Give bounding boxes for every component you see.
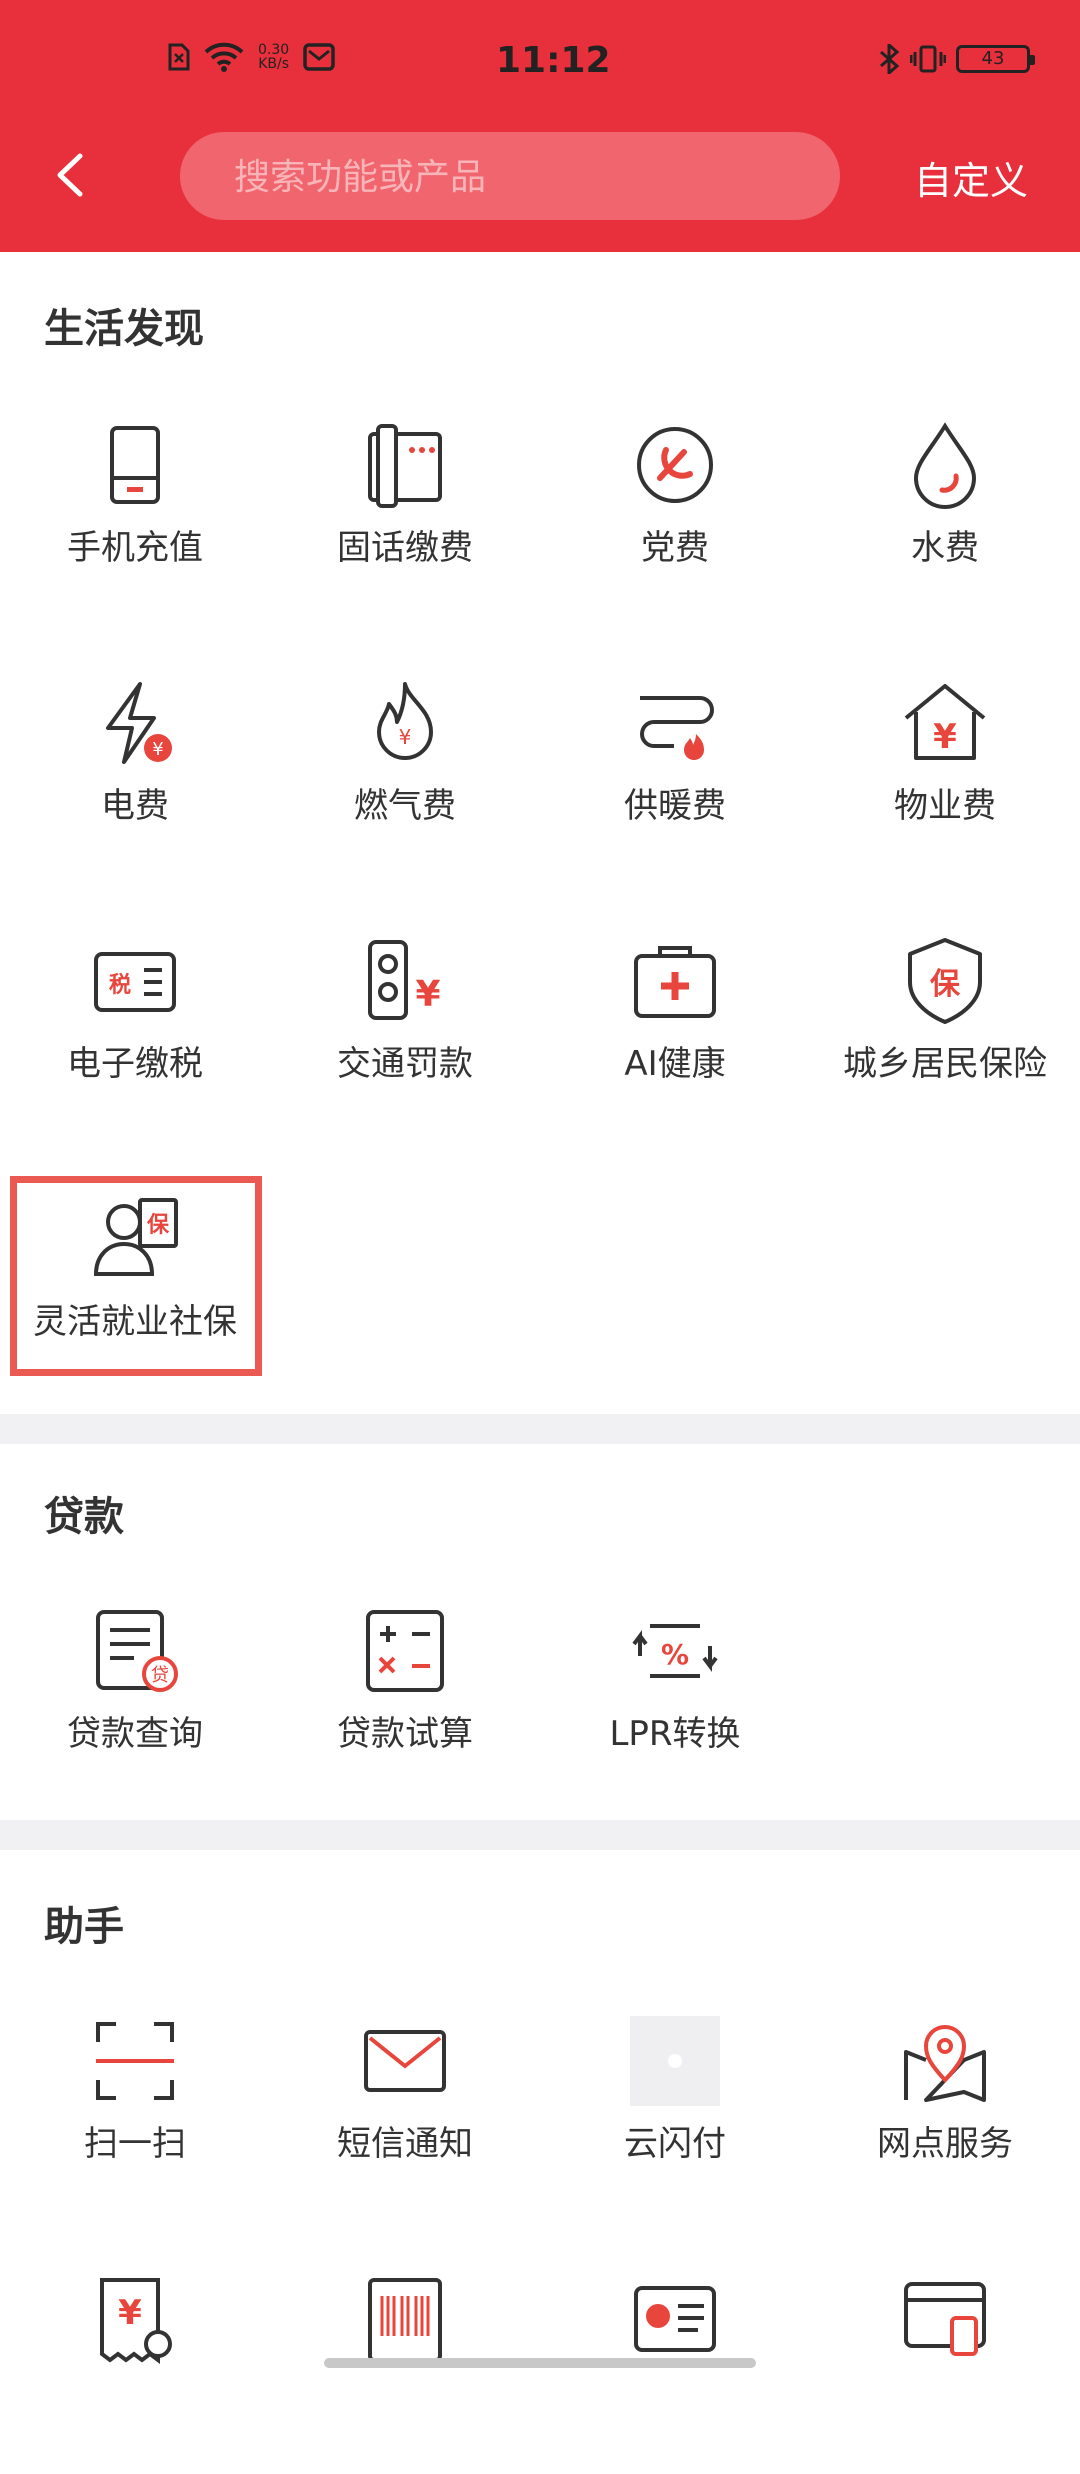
- phone-icon: [110, 426, 160, 504]
- mail-icon: [364, 2030, 446, 2092]
- service-label: 云闪付: [624, 2124, 726, 2164]
- service-label: 手机充值: [67, 528, 203, 568]
- service-traffic-fine[interactable]: ¥ 交通罚款: [270, 936, 540, 1136]
- service-property-fee[interactable]: ¥ 物业费: [810, 678, 1080, 878]
- service-partial-4[interactable]: [810, 2274, 1080, 2474]
- service-mobile-recharge[interactable]: 手机充值: [0, 420, 270, 620]
- service-cloud-pay[interactable]: 云闪付: [540, 2016, 810, 2216]
- home-indicator: [324, 2358, 756, 2368]
- service-ai-health[interactable]: AI健康: [540, 936, 810, 1136]
- percent-exchange-icon: %: [632, 1624, 718, 1678]
- net-speed: 0.30 KB/s: [258, 42, 290, 72]
- service-label: 燃气费: [354, 786, 456, 826]
- search-input[interactable]: [232, 132, 796, 222]
- service-gas[interactable]: ¥ 燃气费: [270, 678, 540, 878]
- barcode-icon: [368, 2278, 442, 2362]
- section-title-assistant: 助手: [44, 1904, 124, 1950]
- service-label: 电子缴税: [67, 1044, 203, 1084]
- sim-icon: [168, 43, 190, 71]
- lightning-icon: ¥: [106, 682, 172, 764]
- service-label: 扫一扫: [84, 2124, 186, 2164]
- service-label: 电费: [101, 786, 169, 826]
- section-divider: [0, 1820, 1080, 1850]
- svg-text:保: 保: [930, 967, 961, 1002]
- svg-text:贷: 贷: [151, 1665, 169, 1686]
- wifi-icon: [204, 42, 244, 72]
- service-partial-1[interactable]: ¥: [0, 2274, 270, 2474]
- service-party-fee[interactable]: 党费: [540, 420, 810, 620]
- service-loan-calculator[interactable]: 贷款试算: [270, 1606, 540, 1806]
- service-label: 物业费: [894, 786, 996, 826]
- service-resident-insurance[interactable]: 保 城乡居民保险: [810, 936, 1080, 1136]
- section-title-loan: 贷款: [44, 1494, 124, 1540]
- svg-text:税: 税: [109, 972, 131, 998]
- service-partial-2[interactable]: [270, 2274, 540, 2474]
- calculator-icon: [366, 1610, 444, 1692]
- customize-button[interactable]: 自定义: [914, 150, 1028, 205]
- bluetooth-icon: [880, 44, 900, 74]
- service-heating[interactable]: 供暖费: [540, 678, 810, 878]
- service-branch[interactable]: 网点服务: [810, 2016, 1080, 2216]
- traffic-light-icon: ¥: [368, 940, 441, 1020]
- service-label: LPR转换: [609, 1714, 741, 1754]
- service-label: 贷款查询: [67, 1714, 203, 1754]
- tax-icon: 税: [94, 952, 176, 1012]
- svg-text:¥: ¥: [152, 739, 163, 760]
- svg-text:¥: ¥: [933, 717, 957, 757]
- section-title-life: 生活发现: [44, 306, 204, 352]
- search-bar[interactable]: [180, 132, 840, 222]
- scan-icon: [96, 2022, 174, 2100]
- medical-kit-icon: [634, 946, 716, 1018]
- service-partial-3[interactable]: [540, 2274, 810, 2474]
- house-yen-icon: ¥: [904, 684, 986, 760]
- window-phone-icon: [904, 2282, 986, 2356]
- battery-indicator: 43: [956, 45, 1035, 73]
- status-right-icons: 43: [878, 44, 1035, 74]
- heating-icon: [640, 696, 714, 760]
- service-landline[interactable]: 固话缴费: [270, 420, 540, 620]
- svg-text:¥: ¥: [118, 2293, 142, 2333]
- status-time: 11:12: [496, 40, 611, 81]
- loan-doc-icon: 贷: [96, 1610, 178, 1692]
- svg-text:¥: ¥: [399, 725, 412, 749]
- service-water-fee[interactable]: 水费: [810, 420, 1080, 620]
- card-icon: [634, 2286, 716, 2352]
- service-label: 贷款试算: [337, 1714, 473, 1754]
- svg-text:¥: ¥: [415, 974, 440, 1015]
- service-label: 水费: [911, 528, 979, 568]
- map-pin-icon: [904, 2025, 986, 2102]
- section-divider: [0, 1414, 1080, 1444]
- status-left-icons: 0.30 KB/s: [168, 42, 335, 72]
- party-emblem-icon: [637, 427, 713, 503]
- service-label: 网点服务: [877, 2124, 1013, 2164]
- message-icon: [303, 43, 335, 71]
- service-scan[interactable]: 扫一扫: [0, 2016, 270, 2216]
- service-loan-query[interactable]: 贷 贷款查询: [0, 1606, 270, 1806]
- vibrate-icon: [910, 45, 946, 73]
- flame-icon: ¥: [377, 682, 433, 760]
- service-electricity[interactable]: ¥ 电费: [0, 678, 270, 878]
- cloud-pay-icon: [630, 2016, 720, 2106]
- service-label: 供暖费: [624, 786, 726, 826]
- service-label: 固话缴费: [337, 528, 473, 568]
- water-drop-icon: [913, 422, 977, 509]
- service-label: 党费: [641, 528, 709, 568]
- highlight-box: [10, 1176, 262, 1376]
- status-bar: 0.30 KB/s 11:12 43: [0, 0, 1080, 130]
- service-lpr-conversion[interactable]: % LPR转换: [540, 1606, 810, 1806]
- service-label: 交通罚款: [337, 1044, 473, 1084]
- shield-icon: 保: [908, 938, 982, 1024]
- landline-icon: [368, 424, 442, 508]
- service-label: 城乡居民保险: [843, 1044, 1047, 1084]
- service-label: 短信通知: [337, 2124, 473, 2164]
- back-arrow-icon[interactable]: [50, 150, 90, 200]
- service-sms-notice[interactable]: 短信通知: [270, 2016, 540, 2216]
- service-e-tax[interactable]: 税 电子缴税: [0, 936, 270, 1136]
- svg-text:%: %: [661, 1638, 689, 1671]
- yen-receipt-icon: ¥: [100, 2278, 172, 2364]
- service-label: AI健康: [624, 1044, 726, 1084]
